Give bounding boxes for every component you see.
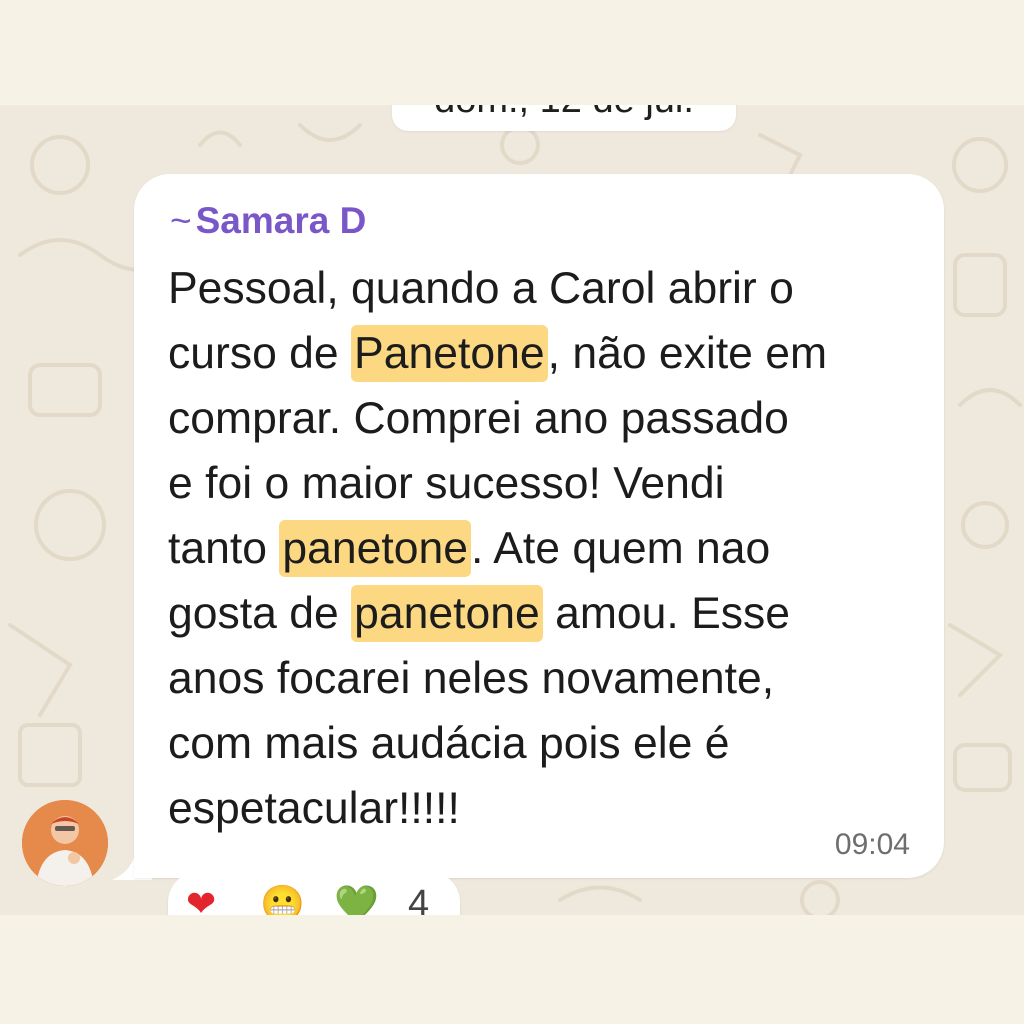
search-highlight: panetone (279, 520, 471, 577)
search-highlight: Panetone (351, 325, 548, 382)
search-highlight: panetone (351, 585, 543, 642)
reaction-count: 4 (408, 883, 430, 915)
date-chip-text: dom., 12 de jul. (392, 105, 736, 122)
reactions-pill[interactable]: ❤ 😬 💚 4 (168, 872, 460, 915)
sender-prefix: ~ (170, 200, 192, 241)
date-chip: dom., 12 de jul. (392, 105, 736, 131)
red-heart-reaction: ❤ (186, 883, 217, 915)
grimace-face-reaction: 😬 (260, 883, 305, 915)
message-bubble[interactable]: ~ Samara D Pessoal, quando a Carol abrir … (134, 174, 944, 878)
avatar-person-image (22, 800, 108, 886)
message-text: Pessoal, quando a Carol abrir o curso de… (168, 256, 928, 841)
sender-name-text: Samara D (195, 200, 367, 241)
redacted-name-blur (378, 204, 918, 246)
chat-area: dom., 12 de jul. ~Samara D Pessoal, quan… (0, 105, 1024, 915)
message-timestamp: 09:04 (834, 828, 910, 861)
avatar[interactable] (22, 800, 108, 886)
green-heart-reaction: 💚 (334, 883, 379, 915)
